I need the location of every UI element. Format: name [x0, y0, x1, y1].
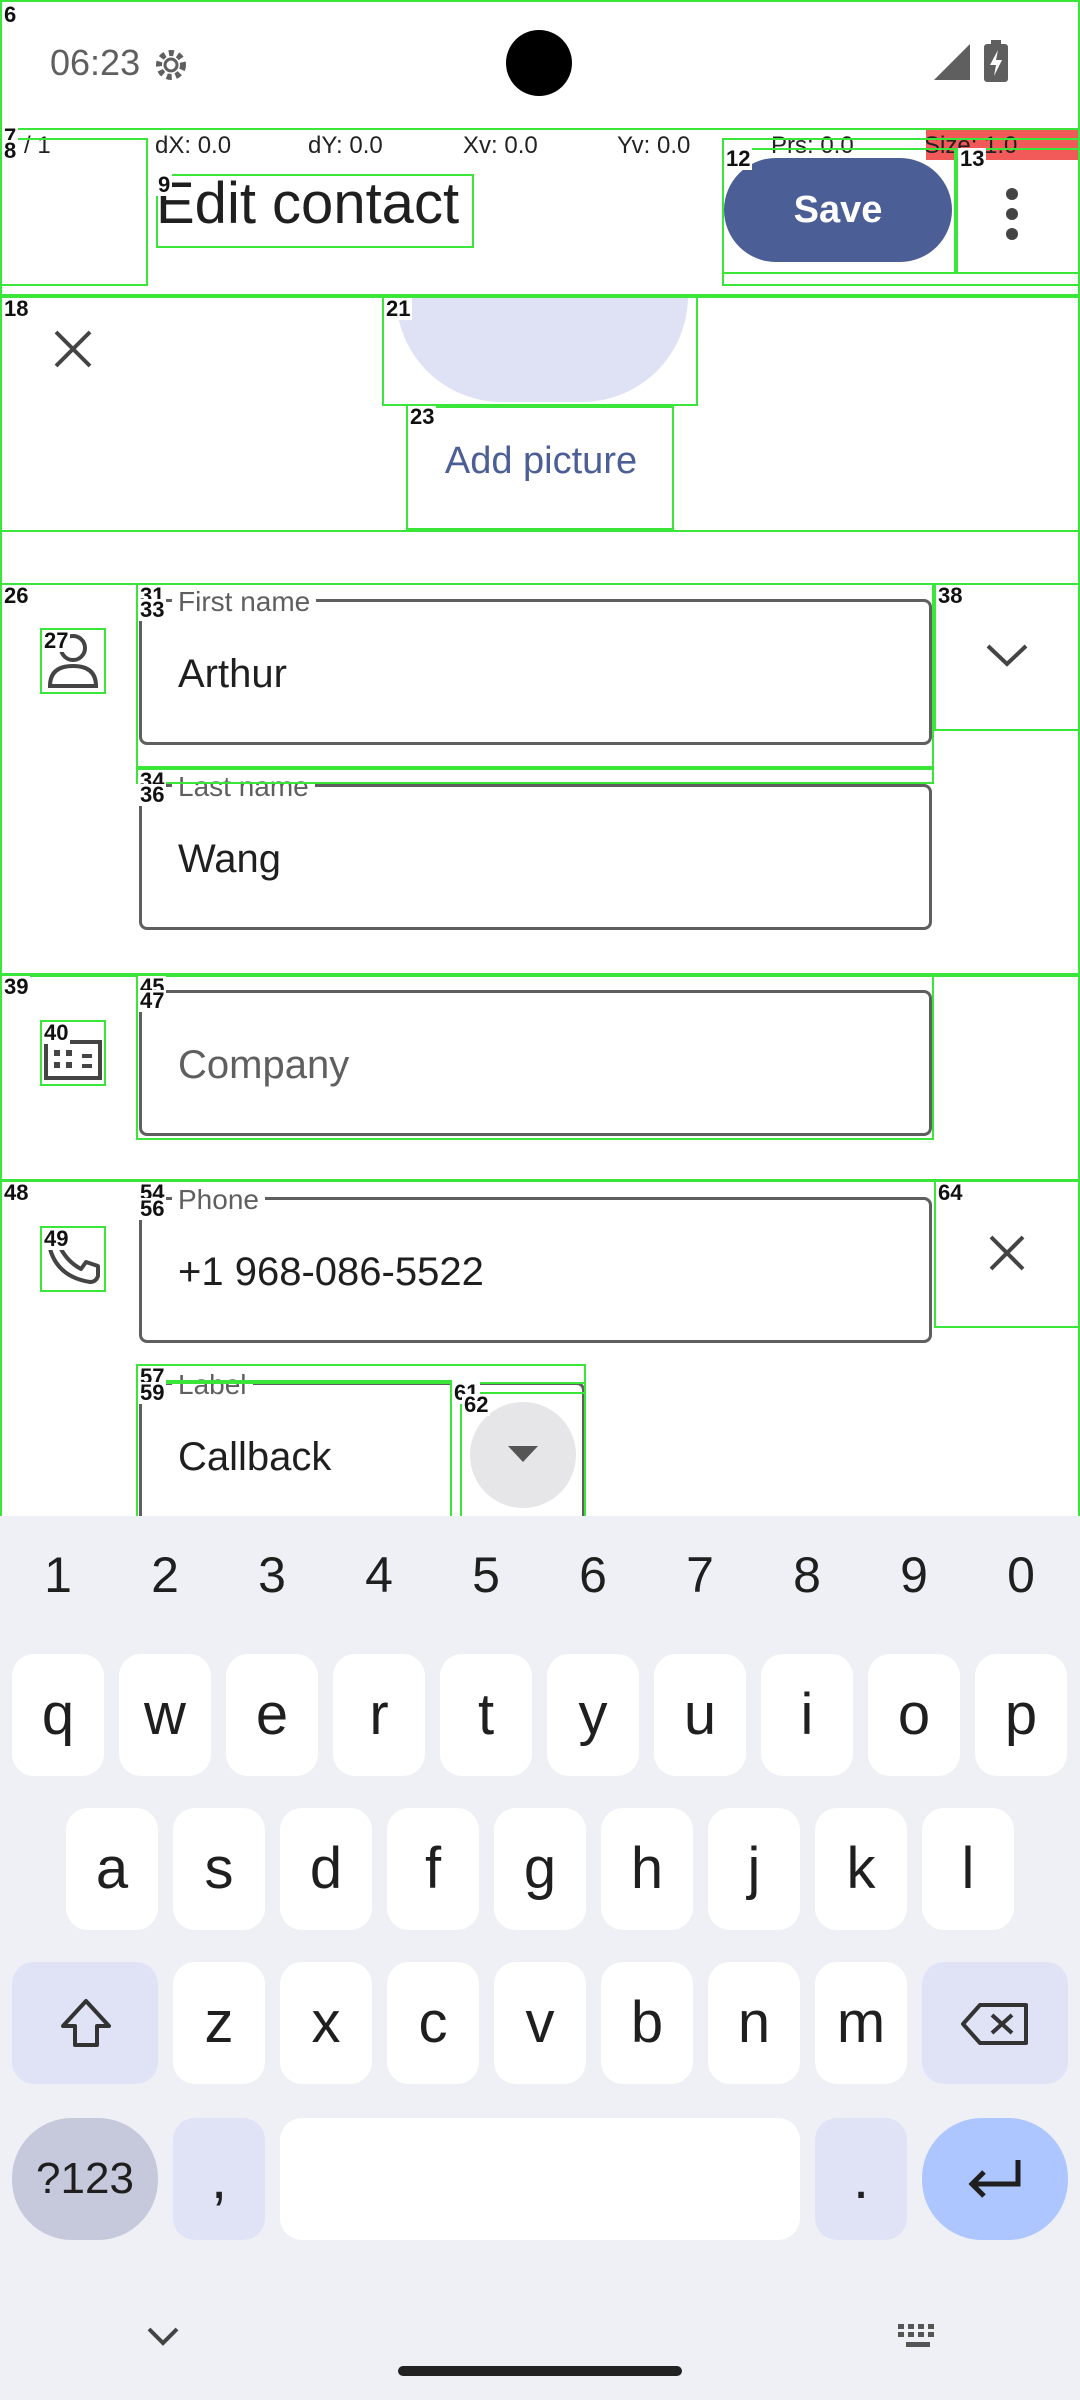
debug-box	[136, 583, 934, 768]
debug-box	[406, 406, 674, 530]
key-u[interactable]: u	[654, 1654, 746, 1776]
key-r[interactable]: r	[333, 1654, 425, 1776]
debug-number: 59	[138, 1380, 167, 1405]
key-6[interactable]: 6	[543, 1546, 643, 1604]
key-z[interactable]: z	[173, 1962, 265, 2084]
debug-number: 62	[462, 1392, 491, 1417]
key-8[interactable]: 8	[757, 1546, 857, 1604]
symbols-key[interactable]: ?123	[12, 2118, 158, 2240]
key-w[interactable]: w	[119, 1654, 211, 1776]
key-e[interactable]: e	[226, 1654, 318, 1776]
key-x[interactable]: x	[280, 1962, 372, 2084]
key-j[interactable]: j	[708, 1808, 800, 1930]
key-s[interactable]: s	[173, 1808, 265, 1930]
key-h[interactable]: h	[601, 1808, 693, 1930]
debug-number: 18	[2, 296, 31, 321]
debug-number: 8	[2, 138, 19, 163]
debug-box	[382, 296, 698, 406]
debug-number: 13	[958, 146, 987, 171]
hide-keyboard-chevron-icon[interactable]	[146, 2326, 180, 2346]
debug-number: 56	[138, 1196, 167, 1221]
key-q[interactable]: q	[12, 1654, 104, 1776]
key-4[interactable]: 4	[329, 1546, 429, 1604]
enter-arrow-icon	[968, 2160, 1021, 2198]
debug-number: 33	[138, 597, 167, 622]
debug-number: 64	[936, 1180, 965, 1205]
key-a[interactable]: a	[66, 1808, 158, 1930]
debug-number: 48	[2, 1180, 31, 1205]
debug-number: 49	[42, 1226, 71, 1251]
key-g[interactable]: g	[494, 1808, 586, 1930]
key-5[interactable]: 5	[436, 1546, 536, 1604]
enter-key[interactable]	[922, 2118, 1068, 2240]
key-i[interactable]: i	[761, 1654, 853, 1776]
debug-number: 23	[408, 404, 437, 429]
space-key[interactable]	[280, 2118, 800, 2240]
key-k[interactable]: k	[815, 1808, 907, 1930]
backspace-key[interactable]	[922, 1962, 1068, 2084]
key-b[interactable]: b	[601, 1962, 693, 2084]
key-y[interactable]: y	[547, 1654, 639, 1776]
key-3[interactable]: 3	[222, 1546, 322, 1604]
backspace-icon	[961, 2003, 1028, 2045]
shift-arrow-icon	[61, 1999, 111, 2047]
debug-box	[156, 174, 474, 248]
debug-box	[136, 1380, 452, 1520]
on-screen-keyboard: 1 2 3 4 5 6 7 8 9 0 q w e r t y u i o p …	[0, 1516, 1080, 2400]
debug-number: 12	[724, 146, 753, 171]
key-9[interactable]: 9	[864, 1546, 964, 1604]
key-m[interactable]: m	[815, 1962, 907, 2084]
key-l[interactable]: l	[922, 1808, 1014, 1930]
debug-box	[136, 975, 934, 1140]
comma-key[interactable]: ,	[173, 2118, 265, 2240]
debug-number: 39	[2, 974, 31, 999]
shift-key[interactable]	[12, 1962, 158, 2084]
debug-number: 38	[936, 583, 965, 608]
key-n[interactable]: n	[708, 1962, 800, 2084]
debug-number: 6	[2, 2, 19, 27]
key-d[interactable]: d	[280, 1808, 372, 1930]
key-2[interactable]: 2	[115, 1546, 215, 1604]
key-1[interactable]: 1	[8, 1546, 108, 1604]
keyboard-switch-icon[interactable]	[896, 2322, 940, 2350]
key-o[interactable]: o	[868, 1654, 960, 1776]
key-p[interactable]: p	[975, 1654, 1067, 1776]
key-t[interactable]: t	[440, 1654, 532, 1776]
debug-box	[722, 148, 956, 274]
key-0[interactable]: 0	[971, 1546, 1071, 1604]
debug-box	[0, 138, 148, 286]
debug-box	[136, 768, 934, 784]
key-f[interactable]: f	[387, 1808, 479, 1930]
debug-number: 27	[42, 628, 71, 653]
debug-number: 9	[156, 172, 173, 197]
debug-number: 40	[42, 1020, 71, 1045]
debug-number: 36	[138, 782, 167, 807]
key-c[interactable]: c	[387, 1962, 479, 2084]
key-7[interactable]: 7	[650, 1546, 750, 1604]
key-v[interactable]: v	[494, 1962, 586, 2084]
debug-number: 26	[2, 583, 31, 608]
debug-number: 21	[384, 296, 413, 321]
home-gesture-bar[interactable]	[398, 2366, 682, 2376]
debug-number: 47	[138, 988, 167, 1013]
period-key[interactable]: .	[815, 2118, 907, 2240]
